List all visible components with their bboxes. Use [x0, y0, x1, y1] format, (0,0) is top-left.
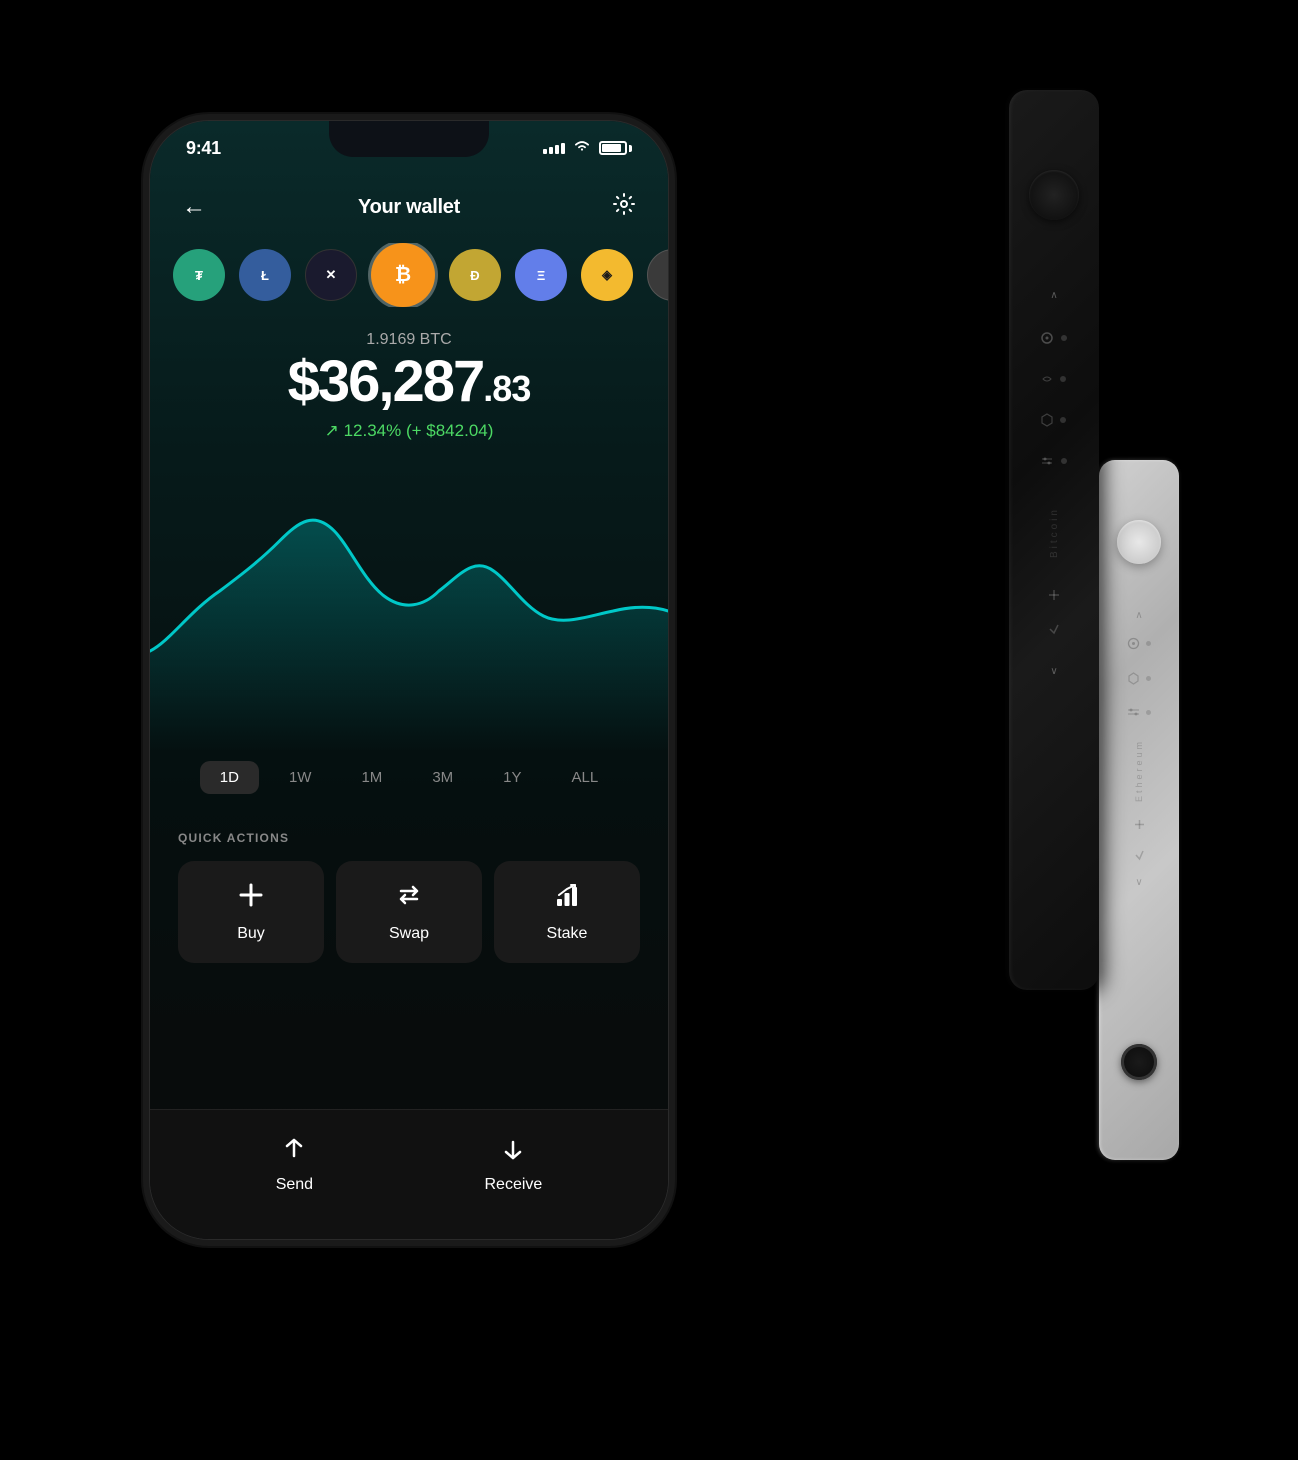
phone-device: 9:41 [149, 120, 669, 1240]
send-button[interactable]: Send [276, 1136, 313, 1194]
time-filter-all[interactable]: ALL [552, 761, 619, 794]
ledger-nav-down: ∨ [1050, 666, 1057, 677]
time-filters: 1D 1W 1M 3M 1Y ALL [150, 761, 668, 794]
time-filter-1d[interactable]: 1D [200, 761, 259, 794]
buy-icon [237, 881, 265, 915]
coin-dogecoin[interactable]: Ð [449, 249, 501, 301]
status-icons [543, 139, 632, 158]
ledger-nano-s: ∧ Ethereum [1099, 460, 1179, 1160]
ledger-s-ethereum-label: Ethereum [1134, 739, 1144, 802]
swap-button[interactable]: Swap [336, 861, 482, 963]
ledger-bitcoin-label: Bitcoin [1049, 507, 1060, 558]
chart-area [150, 451, 668, 751]
buy-button[interactable]: Buy [178, 861, 324, 963]
ledger-nav-up: ∧ [1050, 290, 1057, 301]
time-filter-3m[interactable]: 3M [412, 761, 473, 794]
ledger-s-usb-circle [1121, 1044, 1157, 1080]
usd-balance: $36,287.83 [150, 353, 668, 411]
coin-litecoin[interactable]: Ł [239, 249, 291, 301]
stake-label: Stake [547, 925, 588, 943]
usd-cents: .83 [483, 368, 530, 409]
battery-icon [599, 141, 632, 155]
time-filter-1w[interactable]: 1W [269, 761, 332, 794]
usd-main: $36,287 [288, 349, 484, 414]
bottom-bar: Send Receive [150, 1109, 668, 1239]
app-header: ← Your wallet [150, 181, 668, 233]
receive-button[interactable]: Receive [484, 1136, 542, 1194]
coin-bnb[interactable]: ◈ [581, 249, 633, 301]
ledger-bottom-icons [1047, 588, 1061, 636]
quick-actions-section: QUICK ACTIONS Buy [150, 831, 668, 963]
time-filter-1y[interactable]: 1Y [483, 761, 541, 794]
ledger-x-screen: ∧ [1034, 290, 1074, 710]
ledger-nano-x-body: ∧ [1009, 90, 1099, 990]
coin-balance: 1.9169 BTC [150, 331, 668, 349]
ledger-icon-list [1040, 331, 1068, 467]
coin-partial[interactable] [150, 249, 159, 301]
ledger-nano-s-body: ∧ Ethereum [1099, 460, 1179, 1160]
buy-label: Buy [237, 925, 265, 943]
coin-selector: ₮ Ł ✕ ₿ Ð Ξ ◈ A [150, 243, 668, 307]
change-arrow: ↗ [325, 421, 344, 440]
back-button[interactable]: ← [182, 193, 206, 221]
swap-label: Swap [389, 925, 429, 943]
phone-notch [329, 121, 489, 157]
receive-icon [500, 1136, 526, 1168]
receive-label: Receive [484, 1176, 542, 1194]
ledger-nano-x: ∧ [1009, 90, 1099, 990]
swap-icon [395, 881, 423, 915]
time-filter-1m[interactable]: 1M [341, 761, 402, 794]
page-title: Your wallet [358, 196, 460, 219]
quick-actions-row: Buy Swap [178, 861, 640, 963]
scene: 9:41 [99, 40, 1199, 1420]
change-pct: 12.34% [344, 421, 402, 440]
status-time: 9:41 [186, 138, 221, 159]
price-chart [150, 451, 668, 751]
stake-icon [553, 881, 581, 915]
quick-actions-label: QUICK ACTIONS [178, 831, 640, 845]
balance-area: 1.9169 BTC $36,287.83 ↗ 12.34% (+ $842.0… [150, 331, 668, 441]
coin-xrp[interactable]: ✕ [305, 249, 357, 301]
ledger-x-button [1029, 170, 1079, 220]
coin-algo[interactable]: A [647, 249, 668, 301]
send-icon [281, 1136, 307, 1168]
send-label: Send [276, 1176, 313, 1194]
coin-ethereum[interactable]: Ξ [515, 249, 567, 301]
ledger-s-screen: ∧ Ethereum [1114, 610, 1164, 910]
phone-screen: 9:41 [150, 121, 668, 1239]
coin-bitcoin-active[interactable]: ₿ [371, 243, 435, 307]
wifi-icon [573, 139, 591, 158]
ledger-s-button-top [1117, 520, 1161, 564]
change-usd: ( [401, 421, 411, 440]
stake-button[interactable]: Stake [494, 861, 640, 963]
signal-icon [543, 143, 565, 154]
settings-button[interactable] [612, 192, 636, 222]
balance-change: ↗ 12.34% (+ $842.04) [150, 421, 668, 441]
coin-tether[interactable]: ₮ [173, 249, 225, 301]
